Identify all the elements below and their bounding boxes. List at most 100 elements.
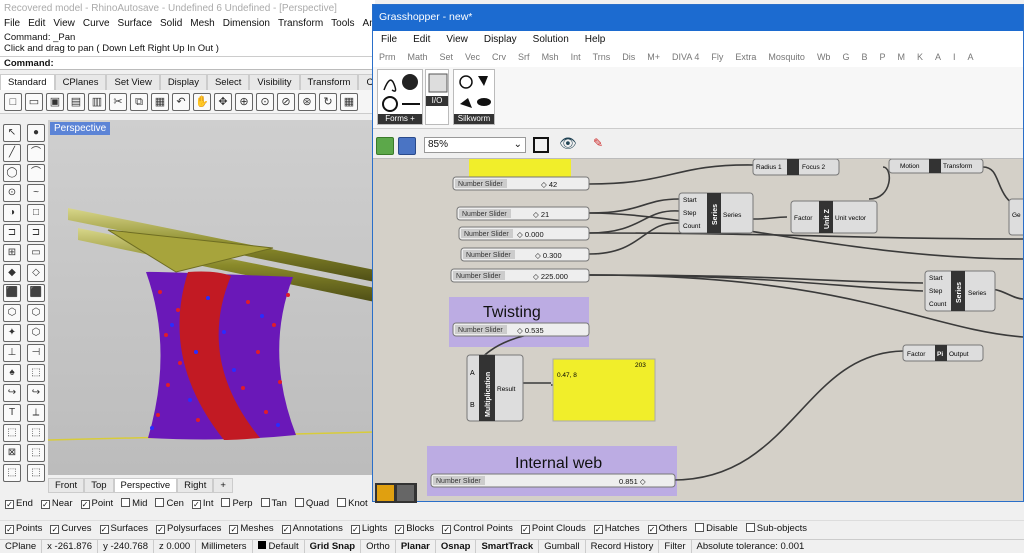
- checkbox-surfaces[interactable]: ✓ Surfaces: [99, 523, 148, 534]
- category-tab[interactable]: Prm: [373, 49, 402, 65]
- category-tab[interactable]: DIVA 4: [666, 49, 705, 65]
- category-tab[interactable]: Wb: [811, 49, 837, 65]
- zoom-extents-icon[interactable]: [533, 137, 549, 153]
- menu-file[interactable]: File: [0, 17, 24, 30]
- side-tool-icon[interactable]: ⊠: [3, 444, 21, 462]
- paste-icon[interactable]: ▦: [151, 93, 169, 111]
- gh-menu-display[interactable]: Display: [476, 31, 525, 48]
- category-tab[interactable]: Dis: [616, 49, 641, 65]
- checkbox-cen[interactable]: Cen: [155, 498, 184, 509]
- checkbox-icon[interactable]: [121, 498, 131, 507]
- grasshopper-canvas[interactable]: Twisting Internal web Number Slider ◇ 42…: [373, 159, 1023, 501]
- side-tool-icon[interactable]: ⊥: [3, 344, 21, 362]
- gh-menu-help[interactable]: Help: [577, 31, 614, 48]
- category-tab[interactable]: Mosquito: [762, 49, 811, 65]
- side-tool-icon[interactable]: ⟂: [27, 404, 45, 422]
- checkbox-icon[interactable]: ✓: [593, 525, 603, 534]
- side-tool-icon[interactable]: ↪: [3, 384, 21, 402]
- category-tab[interactable]: M+: [641, 49, 666, 65]
- viewport-tab-perspective[interactable]: Perspective: [113, 478, 178, 493]
- side-tool-icon[interactable]: ♠: [3, 364, 21, 382]
- side-tool-icon[interactable]: ⬡: [27, 324, 45, 342]
- viewport-tab-top[interactable]: Top: [84, 478, 114, 493]
- side-tool-icon[interactable]: ⬛: [27, 284, 45, 302]
- sketch-pen-icon[interactable]: ✎: [593, 136, 603, 150]
- menu-view[interactable]: View: [49, 17, 79, 30]
- checkbox-end[interactable]: ✓ End: [5, 498, 33, 509]
- canvas-widget-icons[interactable]: [375, 483, 417, 503]
- menu-dimension[interactable]: Dimension: [219, 17, 274, 30]
- checkbox-icon[interactable]: ✓: [281, 525, 291, 534]
- category-tab[interactable]: Srf: [512, 49, 536, 65]
- ge-component[interactable]: Ge: [1008, 198, 1023, 236]
- side-tool-icon[interactable]: ⬡: [27, 304, 45, 322]
- gh-menu-view[interactable]: View: [438, 31, 476, 48]
- checkbox-knot[interactable]: Knot: [337, 498, 368, 509]
- wire-display-icon[interactable]: [377, 485, 394, 501]
- checkbox-icon[interactable]: ✓: [191, 500, 201, 509]
- zoom-selected-icon[interactable]: ⊛: [298, 93, 316, 111]
- checkbox-icon[interactable]: [695, 523, 705, 532]
- cut-icon[interactable]: ✂: [109, 93, 127, 111]
- tab-standard[interactable]: Standard: [0, 74, 55, 90]
- toggle-record-history[interactable]: Record History: [586, 540, 660, 553]
- download-icon[interactable]: [397, 485, 414, 501]
- category-tab[interactable]: I: [947, 49, 962, 65]
- layer[interactable]: Default: [253, 540, 305, 553]
- side-tool-icon[interactable]: ●: [27, 124, 45, 142]
- cplane-label[interactable]: CPlane: [0, 540, 43, 553]
- ellipse-component[interactable]: Radius 1 Focus 2: [752, 159, 840, 176]
- checkbox-icon[interactable]: ✓: [442, 525, 452, 534]
- pi-component[interactable]: Factor Output Pi: [902, 344, 984, 362]
- side-tool-icon[interactable]: ▭: [27, 244, 45, 262]
- tab-set-view[interactable]: Set View: [106, 74, 160, 90]
- side-tool-icon[interactable]: ⬡: [3, 304, 21, 322]
- checkbox-icon[interactable]: ✓: [5, 525, 14, 534]
- checkbox-mid[interactable]: Mid: [121, 498, 147, 509]
- silkworm-group[interactable]: Silkworm: [453, 69, 495, 125]
- save-icon[interactable]: ▣: [46, 93, 64, 111]
- side-tool-icon[interactable]: ⬚: [27, 464, 45, 482]
- toggle-filter[interactable]: Filter: [659, 540, 692, 553]
- gh-menu-file[interactable]: File: [373, 31, 405, 48]
- toggle-smarttrack[interactable]: SmartTrack: [476, 540, 540, 553]
- checkbox-icon[interactable]: ✓: [350, 525, 360, 534]
- side-tool-icon[interactable]: T: [3, 404, 21, 422]
- checkbox-point-clouds[interactable]: ✓ Point Clouds: [520, 523, 586, 534]
- side-tool-icon[interactable]: ⊐: [27, 224, 45, 242]
- checkbox-control-points[interactable]: ✓ Control Points: [442, 523, 513, 534]
- toggle-osnap[interactable]: Osnap: [436, 540, 477, 553]
- save-file-icon[interactable]: [398, 137, 416, 155]
- tab-transform[interactable]: Transform: [299, 74, 359, 90]
- category-tab[interactable]: Math: [402, 49, 434, 65]
- side-tool-icon[interactable]: ⬚: [3, 424, 21, 442]
- side-tool-icon[interactable]: ◆: [3, 264, 21, 282]
- checkbox-point[interactable]: ✓ Point: [80, 498, 113, 509]
- checkbox-icon[interactable]: [337, 498, 347, 507]
- open-file-icon[interactable]: [376, 137, 394, 155]
- tab-visibility[interactable]: Visibility: [249, 74, 300, 90]
- rotate-view-icon[interactable]: ↻: [319, 93, 337, 111]
- checkbox-icon[interactable]: [155, 498, 165, 507]
- menu-solid[interactable]: Solid: [156, 17, 186, 30]
- checkbox-others[interactable]: ✓ Others: [647, 523, 687, 534]
- checkbox-tan[interactable]: Tan: [260, 498, 287, 509]
- checkbox-icon[interactable]: ✓: [5, 500, 14, 509]
- checkbox-int[interactable]: ✓ Int: [191, 498, 213, 509]
- checkbox-icon[interactable]: ✓: [80, 500, 90, 509]
- checkbox-meshes[interactable]: ✓ Meshes: [229, 523, 274, 534]
- category-tab[interactable]: K: [911, 49, 929, 65]
- menu-tools[interactable]: Tools: [327, 17, 358, 30]
- side-tool-icon[interactable]: ◑: [3, 204, 21, 222]
- grid-icon[interactable]: ▦: [340, 93, 358, 111]
- category-tab[interactable]: B: [855, 49, 873, 65]
- checkbox-icon[interactable]: ✓: [99, 525, 109, 534]
- category-tab[interactable]: Fly: [705, 49, 729, 65]
- series-component[interactable]: Start Step Count Series Series: [678, 192, 754, 234]
- perspective-viewport[interactable]: [48, 120, 375, 475]
- tab-select[interactable]: Select: [206, 74, 250, 90]
- undo-icon[interactable]: ↶: [172, 93, 190, 111]
- add-viewport-icon[interactable]: +: [213, 478, 233, 493]
- checkbox-blocks[interactable]: ✓ Blocks: [395, 523, 434, 534]
- category-tab[interactable]: Set: [434, 49, 460, 65]
